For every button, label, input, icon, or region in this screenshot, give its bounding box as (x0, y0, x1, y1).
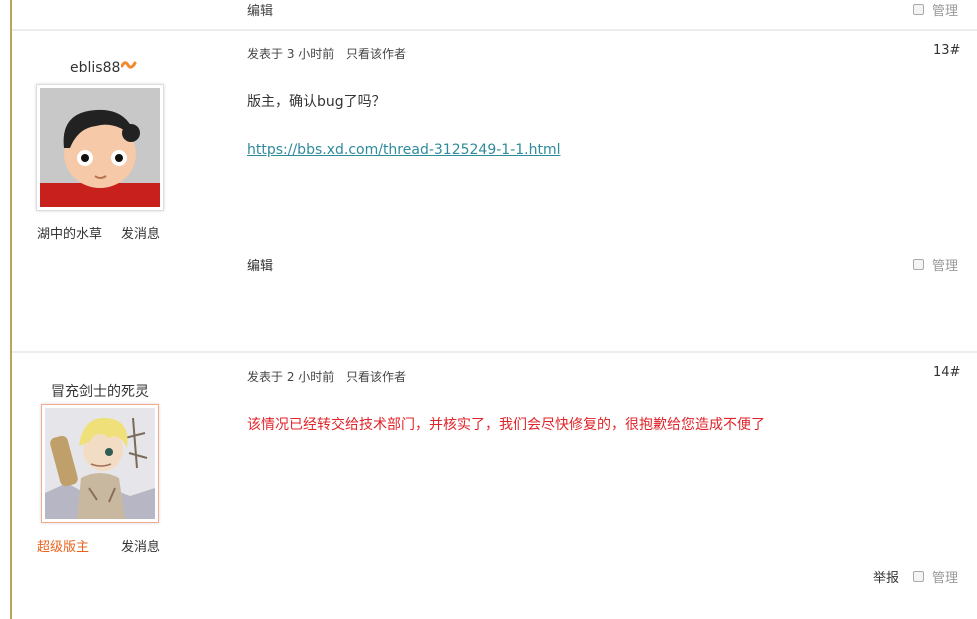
avatar-anime-swordsman-icon (45, 408, 155, 519)
author-avatar[interactable] (41, 404, 159, 523)
manage-label: 管理 (932, 259, 959, 274)
post-time: 发表于 3 小时前 (247, 47, 335, 61)
only-author-link[interactable]: 只看该作者 (346, 368, 406, 385)
avatar-cartoon-boy-icon (40, 88, 160, 207)
post-time: 发表于 2 小时前 (247, 370, 335, 384)
post-content-text: 该情况已经转交给技术部门，并核实了，我们会尽快修复的，很抱歉给您造成不便了 (247, 417, 765, 433)
left-accent-bar (10, 0, 12, 619)
author-name-row: eblis88 (70, 60, 137, 76)
author-avatar[interactable] (36, 84, 164, 211)
send-message-link[interactable]: 发消息 (121, 223, 160, 242)
manage-label: 管理 (932, 4, 959, 19)
floor-number[interactable]: 14# (933, 365, 960, 380)
manage-checkbox[interactable] (913, 259, 924, 270)
author-username[interactable]: 冒充剑士的死灵 (51, 381, 149, 401)
only-author-link[interactable]: 只看该作者 (346, 45, 406, 62)
user-group-label[interactable]: 超级版主 (37, 536, 89, 555)
manage-control[interactable]: 管理 (913, 567, 958, 586)
manage-control[interactable]: 管理 (913, 255, 958, 274)
post-separator (12, 29, 977, 31)
manage-checkbox[interactable] (913, 4, 924, 15)
report-link[interactable]: 举报 (873, 567, 899, 586)
manage-control[interactable]: 管理 (913, 0, 958, 19)
post-content-text: 版主，确认bug了吗？ (247, 94, 386, 110)
medal-icon (120, 60, 137, 76)
user-group-label: 湖中的水草 (37, 227, 103, 242)
edit-link[interactable]: 编辑 (247, 0, 273, 19)
author-username[interactable]: eblis88 (70, 60, 120, 76)
post-separator (12, 351, 977, 353)
floor-number[interactable]: 13# (933, 43, 960, 58)
edit-link[interactable]: 编辑 (247, 255, 273, 274)
manage-checkbox[interactable] (913, 571, 924, 582)
post-content-link[interactable]: https://bbs.xd.com/thread-3125249-1-1.ht… (247, 142, 561, 158)
send-message-link[interactable]: 发消息 (121, 536, 160, 555)
manage-label: 管理 (932, 571, 959, 586)
